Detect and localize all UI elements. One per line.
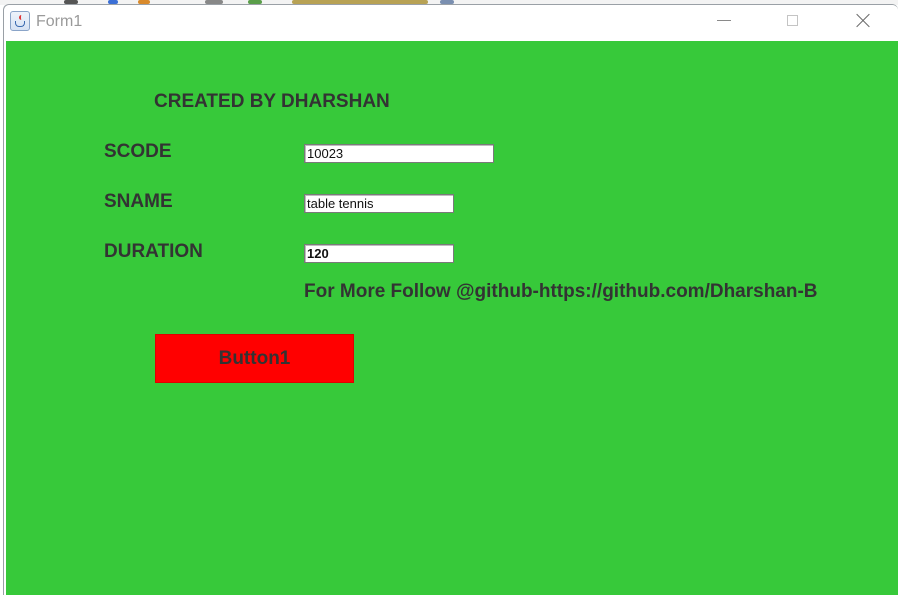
close-icon[interactable] — [840, 5, 886, 37]
duration-field[interactable]: 120 — [304, 244, 454, 263]
form1-window: Form1 CREATED BY DHARSHAN SCODE 10023 SN… — [3, 4, 898, 595]
minimize-icon[interactable] — [701, 5, 747, 37]
scode-label: SCODE — [104, 141, 172, 162]
form-content-panel: CREATED BY DHARSHAN SCODE 10023 SNAME ta… — [6, 41, 898, 595]
follow-github-label: For More Follow @github-https://github.c… — [304, 281, 818, 302]
button1[interactable]: Button1 — [155, 334, 354, 383]
sname-field[interactable]: table tennis — [304, 194, 454, 213]
credit-label: CREATED BY DHARSHAN — [154, 91, 390, 112]
java-cup-icon[interactable] — [10, 11, 30, 31]
title-bar[interactable]: Form1 — [4, 5, 898, 39]
maximize-icon[interactable] — [770, 5, 816, 37]
scode-field[interactable]: 10023 — [304, 144, 494, 163]
duration-label: DURATION — [104, 241, 203, 262]
sname-label: SNAME — [104, 191, 173, 212]
window-title: Form1 — [36, 13, 83, 30]
